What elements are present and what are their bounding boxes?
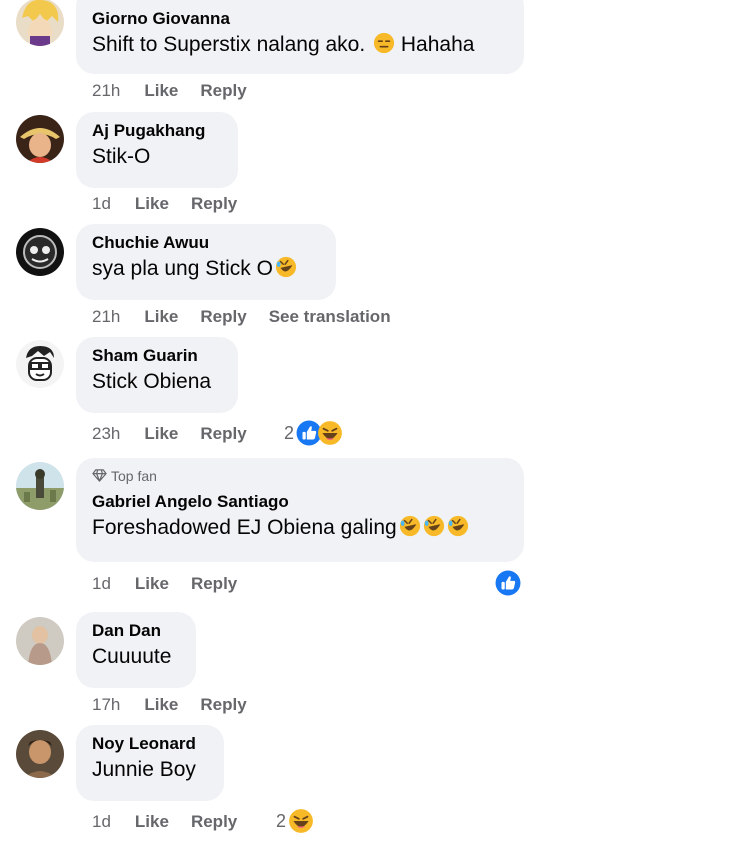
reply-button[interactable]: Reply <box>200 694 246 716</box>
rofl-emoji-icon <box>275 256 297 278</box>
like-button[interactable]: Like <box>135 811 169 833</box>
comment-author[interactable]: Dan Dan <box>92 620 180 642</box>
like-button[interactable]: Like <box>135 573 169 595</box>
comment-bubble: Aj Pugakhang Stik-O <box>76 112 238 188</box>
reaction-summary[interactable]: 2 <box>284 420 343 446</box>
haha-reaction-icon <box>317 420 343 446</box>
reply-button[interactable]: Reply <box>191 811 237 833</box>
comment-actions: 1d Like Reply <box>92 193 259 215</box>
like-button[interactable]: Like <box>144 306 178 328</box>
rofl-emoji-icon <box>447 515 469 537</box>
comment-time[interactable]: 23h <box>92 423 120 445</box>
comment-text: Shift to Superstix nalang ako. Hahaha <box>92 32 475 56</box>
comment-actions: 21h Like Reply <box>92 80 269 102</box>
unamused-emoji-icon <box>373 32 395 54</box>
avatar[interactable] <box>16 0 64 46</box>
reaction-summary[interactable] <box>495 570 521 596</box>
comment-text: Junnie Boy <box>92 758 196 781</box>
rofl-emoji-icon <box>423 515 445 537</box>
comment-text: sya pla ung Stick O <box>92 254 320 284</box>
comment-bubble: Dan Dan Cuuuute <box>76 612 196 688</box>
comment-time[interactable]: 17h <box>92 694 120 716</box>
avatar[interactable] <box>16 115 64 163</box>
avatar[interactable] <box>16 462 64 510</box>
like-reaction-icon <box>495 570 521 596</box>
see-translation-link[interactable]: See translation <box>269 306 391 328</box>
comment-text: Stick Obiena <box>92 370 212 393</box>
comment-time[interactable]: 1d <box>92 573 111 595</box>
reaction-summary[interactable]: 2 <box>276 808 314 834</box>
like-button[interactable]: Like <box>144 423 178 445</box>
comment-bubble: Noy Leonard Junnie Boy <box>76 725 224 801</box>
comment-author[interactable]: Sham Guarin <box>92 345 222 367</box>
haha-reaction-icon <box>288 808 314 834</box>
comment-bubble: Chuchie Awuu sya pla ung Stick O <box>76 224 336 300</box>
comment-author[interactable]: Gabriel Angelo Santiago <box>92 491 508 513</box>
comment-text: Foreshadowed EJ Obiena galing <box>92 513 508 543</box>
comment-text: Stik-O <box>92 145 151 168</box>
comment-bubble: Top fan Gabriel Angelo Santiago Foreshad… <box>76 458 524 562</box>
reply-button[interactable]: Reply <box>200 423 246 445</box>
top-fan-badge: Top fan <box>92 467 508 485</box>
reaction-count: 2 <box>284 422 295 443</box>
reply-button[interactable]: Reply <box>191 193 237 215</box>
comment-time[interactable]: 1d <box>92 193 111 215</box>
comment-time[interactable]: 1d <box>92 811 111 833</box>
comment-bubble: Giorno Giovanna Shift to Superstix nalan… <box>76 0 524 74</box>
avatar[interactable] <box>16 617 64 665</box>
comment-bubble: Sham Guarin Stick Obiena <box>76 337 238 413</box>
avatar[interactable] <box>16 730 64 778</box>
comment-actions: 1d Like Reply <box>92 811 259 833</box>
comment-author[interactable]: Giorno Giovanna <box>92 8 508 30</box>
comment-author[interactable]: Chuchie Awuu <box>92 232 320 254</box>
comment-actions: 23h Like Reply <box>92 423 269 445</box>
diamond-icon <box>92 468 107 483</box>
comment-actions: 1d Like Reply <box>92 573 259 595</box>
reaction-count: 2 <box>276 810 287 831</box>
reply-button[interactable]: Reply <box>200 80 246 102</box>
comment-time[interactable]: 21h <box>92 80 120 102</box>
comment-author[interactable]: Noy Leonard <box>92 733 208 755</box>
avatar[interactable] <box>16 340 64 388</box>
like-button[interactable]: Like <box>144 80 178 102</box>
like-button[interactable]: Like <box>144 694 178 716</box>
rofl-emoji-icon <box>399 515 421 537</box>
comment-time[interactable]: 21h <box>92 306 120 328</box>
reply-button[interactable]: Reply <box>191 573 237 595</box>
reply-button[interactable]: Reply <box>200 306 246 328</box>
comment-author[interactable]: Aj Pugakhang <box>92 120 222 142</box>
comment-actions: 17h Like Reply <box>92 694 269 716</box>
like-button[interactable]: Like <box>135 193 169 215</box>
avatar[interactable] <box>16 228 64 276</box>
comment-text: Cuuuute <box>92 645 172 668</box>
comment-actions: 21h Like Reply See translation <box>92 306 413 328</box>
